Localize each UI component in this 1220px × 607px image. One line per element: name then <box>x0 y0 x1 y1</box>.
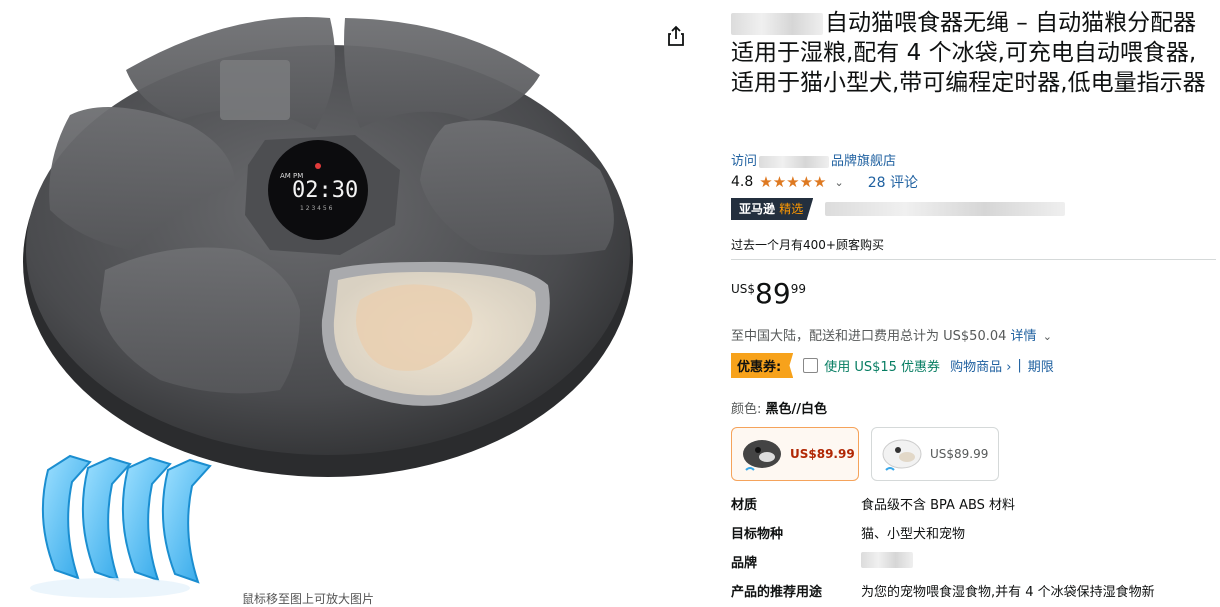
spec-row: 目标物种 猫、小型犬和宠物 <box>731 527 966 542</box>
display-time: 02:30 <box>292 178 358 203</box>
coupon-separator: | <box>1017 358 1022 373</box>
blurred-badge-text <box>825 202 1066 216</box>
swatch-white-thumbnail <box>882 439 922 471</box>
rating-row: 4.8 ★★★★★ ⌄ 28 评论 <box>731 172 918 192</box>
coupon-row: 优惠券: 使用 US$15 优惠券 购物商品 › | 期限 <box>731 353 1054 378</box>
store-link[interactable]: 访问 品牌旗舰店 <box>731 150 896 169</box>
coupon-terms-link[interactable]: 期限 <box>1028 356 1054 375</box>
star-rating-icon[interactable]: ★★★★★ <box>759 173 826 191</box>
chevron-down-icon[interactable]: ⌄ <box>835 176 844 189</box>
choice-badge-row: 亚马逊 精选 <box>731 198 1066 220</box>
price: US$ 89 99 <box>731 277 806 310</box>
amazon-choice-badge[interactable]: 亚马逊 精选 <box>731 198 814 220</box>
chevron-down-icon[interactable]: ⌄ <box>1043 330 1052 343</box>
swatch-black-thumbnail <box>743 440 781 471</box>
color-swatch-black[interactable]: US$89.99 <box>731 427 859 481</box>
image-hover-hint: 鼠标移至图上可放大图片 <box>242 592 375 606</box>
color-swatch-white[interactable]: US$89.99 <box>871 427 999 481</box>
share-icon[interactable] <box>664 24 688 48</box>
color-label: 颜色: 黑色//白色 <box>731 402 828 417</box>
blurred-brand <box>731 12 823 35</box>
spec-row: 产品的推荐用途 为您的宠物喂食湿食物,并有 4 个冰袋保持湿食物新 <box>731 585 1155 600</box>
product-image-pane[interactable]: AM PM 02:30 1 2 3 4 5 6 鼠标移至图上可放大图片 <box>0 0 660 606</box>
rating-value: 4.8 <box>731 174 754 190</box>
spec-row: 材质 食品级不含 BPA ABS 材料 <box>731 498 1016 513</box>
coupon-checkbox[interactable] <box>803 358 819 373</box>
divider <box>731 259 1216 260</box>
display-slots: 1 2 3 4 5 6 <box>300 205 333 212</box>
shipping-info: 至中国大陆，配送和进口费用总计为 US$50.04 详情 ⌄ <box>731 329 1052 344</box>
coupon-shop-link[interactable]: 购物商品 › <box>950 356 1011 375</box>
shipping-details-link[interactable]: 详情 <box>1011 329 1037 344</box>
coupon-label: 优惠券: <box>731 353 794 378</box>
spec-row: 品牌 <box>731 552 913 571</box>
bought-count: 过去一个月有400+顾客购买 <box>731 238 884 252</box>
blurred-brand-value <box>861 552 913 568</box>
product-title: 自动猫喂食器无绳 – 自动猫粮分配器适用于湿粮,配有 4 个冰袋,可充电自动喂食… <box>731 10 1206 96</box>
product-image[interactable]: AM PM 02:30 1 2 3 4 5 6 <box>0 0 660 600</box>
reviews-link[interactable]: 28 评论 <box>868 172 918 192</box>
coupon-text[interactable]: 使用 US$15 优惠券 <box>824 356 940 375</box>
